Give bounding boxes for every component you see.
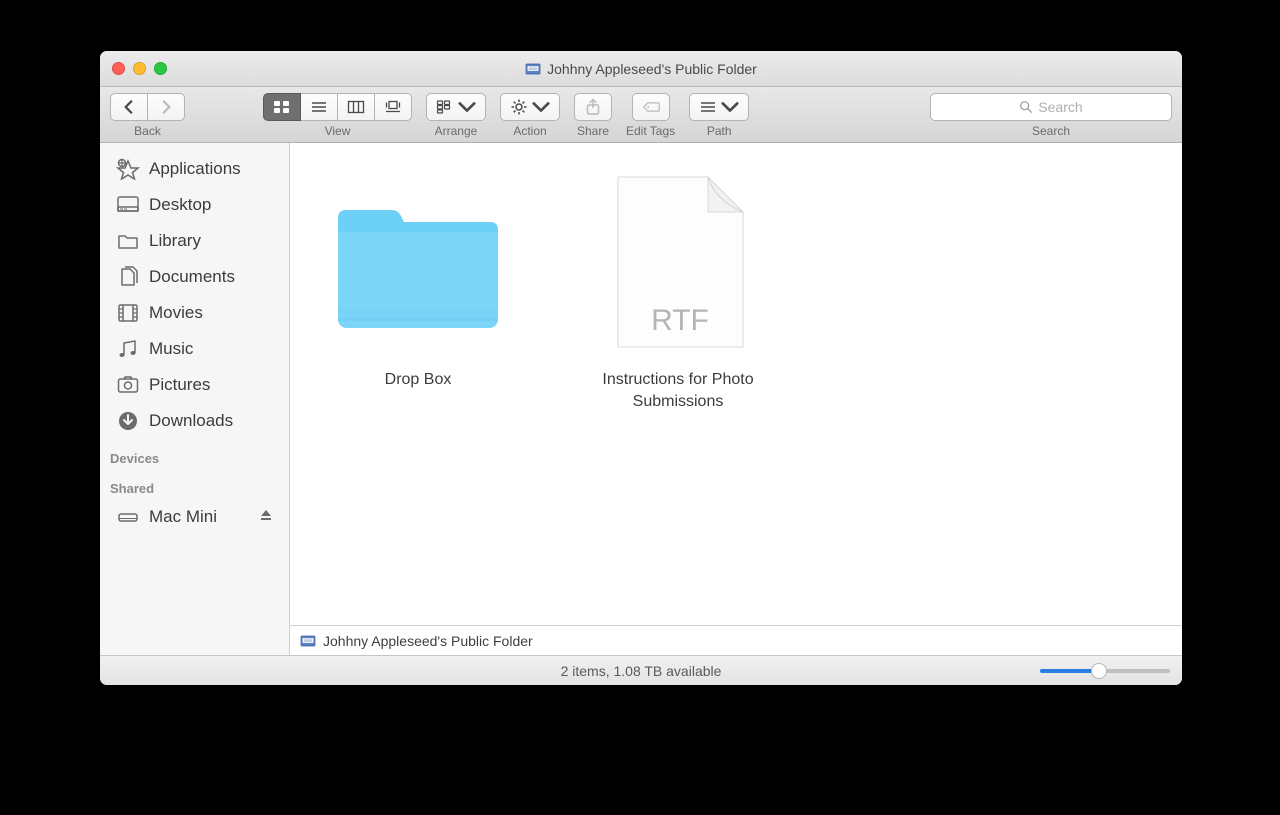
path-group: Path: [689, 93, 749, 138]
traffic-lights: [112, 62, 167, 75]
file-label: Drop Box: [318, 369, 518, 391]
file-label: Instructions for Photo Submissions: [578, 369, 778, 412]
file-item-instructions[interactable]: RTF Instructions for Photo Submissions: [578, 167, 778, 412]
sidebar-item-label: Library: [149, 231, 201, 251]
forward-button[interactable]: [148, 93, 185, 121]
svg-text:RTF: RTF: [651, 304, 709, 337]
window-title: Johhny Appleseed's Public Folder: [547, 61, 757, 77]
downloads-icon: [116, 410, 140, 432]
toolbar: Back View: [100, 87, 1182, 143]
action-label: Action: [513, 124, 546, 138]
sidebar-item-label: Mac Mini: [149, 507, 217, 527]
sidebar-item-label: Pictures: [149, 375, 210, 395]
sidebar-item-mac-mini[interactable]: Mac Mini: [100, 499, 289, 535]
rtf-document-icon: RTF: [578, 167, 778, 357]
file-item-drop-box[interactable]: Drop Box: [318, 167, 518, 391]
pictures-icon: [116, 374, 140, 396]
sidebar: Applications Desktop Library Documents M…: [100, 143, 290, 655]
search-icon: [1019, 100, 1033, 114]
tags-group: Edit Tags: [626, 93, 675, 138]
search-placeholder: Search: [1038, 99, 1082, 115]
search-group: Search Search: [930, 93, 1172, 138]
sidebar-item-label: Desktop: [149, 195, 211, 215]
music-icon: [116, 338, 140, 360]
share-label: Share: [577, 124, 609, 138]
sidebar-item-label: Movies: [149, 303, 203, 323]
shared-folder-icon: [525, 61, 541, 77]
action-button[interactable]: [500, 93, 560, 121]
eject-icon[interactable]: [259, 507, 273, 527]
sidebar-item-documents[interactable]: Documents: [100, 259, 289, 295]
arrange-group: Arrange: [426, 93, 486, 138]
status-bar: 2 items, 1.08 TB available: [100, 655, 1182, 685]
status-text: 2 items, 1.08 TB available: [561, 663, 722, 679]
search-input[interactable]: Search: [930, 93, 1172, 121]
path-bar: Johhny Appleseed's Public Folder: [290, 625, 1182, 655]
close-button[interactable]: [112, 62, 125, 75]
back-label: Back: [134, 124, 161, 138]
documents-icon: [116, 266, 140, 288]
share-button[interactable]: [574, 93, 612, 121]
desktop-icon: [116, 194, 140, 216]
icon-view-button[interactable]: [263, 93, 301, 121]
path-label: Path: [707, 124, 732, 138]
applications-icon: [116, 158, 140, 180]
zoom-button[interactable]: [154, 62, 167, 75]
mac-mini-icon: [116, 506, 140, 528]
sidebar-item-label: Downloads: [149, 411, 233, 431]
sidebar-item-music[interactable]: Music: [100, 331, 289, 367]
shared-header: Shared: [100, 469, 289, 499]
sidebar-item-label: Applications: [149, 159, 241, 179]
search-label: Search: [1032, 124, 1070, 138]
sidebar-item-library[interactable]: Library: [100, 223, 289, 259]
arrange-label: Arrange: [435, 124, 478, 138]
sidebar-item-downloads[interactable]: Downloads: [100, 403, 289, 439]
share-group: Share: [574, 93, 612, 138]
library-icon: [116, 230, 140, 252]
path-location[interactable]: Johhny Appleseed's Public Folder: [323, 633, 533, 649]
coverflow-view-button[interactable]: [375, 93, 412, 121]
sidebar-item-movies[interactable]: Movies: [100, 295, 289, 331]
titlebar: Johhny Appleseed's Public Folder: [100, 51, 1182, 87]
icon-size-slider[interactable]: [1040, 663, 1170, 679]
icon-view-area[interactable]: Drop Box RTF Instructions for Photo Subm…: [290, 143, 1182, 625]
movies-icon: [116, 302, 140, 324]
back-button[interactable]: [110, 93, 148, 121]
sidebar-item-label: Music: [149, 339, 193, 359]
column-view-button[interactable]: [338, 93, 375, 121]
shared-folder-icon: [300, 633, 316, 649]
edit-tags-button[interactable]: [632, 93, 670, 121]
path-button[interactable]: [689, 93, 749, 121]
sidebar-item-label: Documents: [149, 267, 235, 287]
list-view-button[interactable]: [301, 93, 338, 121]
main-content: Drop Box RTF Instructions for Photo Subm…: [290, 143, 1182, 655]
tags-label: Edit Tags: [626, 124, 675, 138]
sidebar-item-pictures[interactable]: Pictures: [100, 367, 289, 403]
view-label: View: [325, 124, 351, 138]
view-group: View: [263, 93, 412, 138]
arrange-button[interactable]: [426, 93, 486, 121]
nav-group: Back: [110, 93, 185, 138]
sidebar-item-applications[interactable]: Applications: [100, 151, 289, 187]
folder-icon: [318, 167, 518, 357]
devices-header: Devices: [100, 439, 289, 469]
action-group: Action: [500, 93, 560, 138]
finder-window: Johhny Appleseed's Public Folder Back: [100, 51, 1182, 685]
sidebar-item-desktop[interactable]: Desktop: [100, 187, 289, 223]
minimize-button[interactable]: [133, 62, 146, 75]
